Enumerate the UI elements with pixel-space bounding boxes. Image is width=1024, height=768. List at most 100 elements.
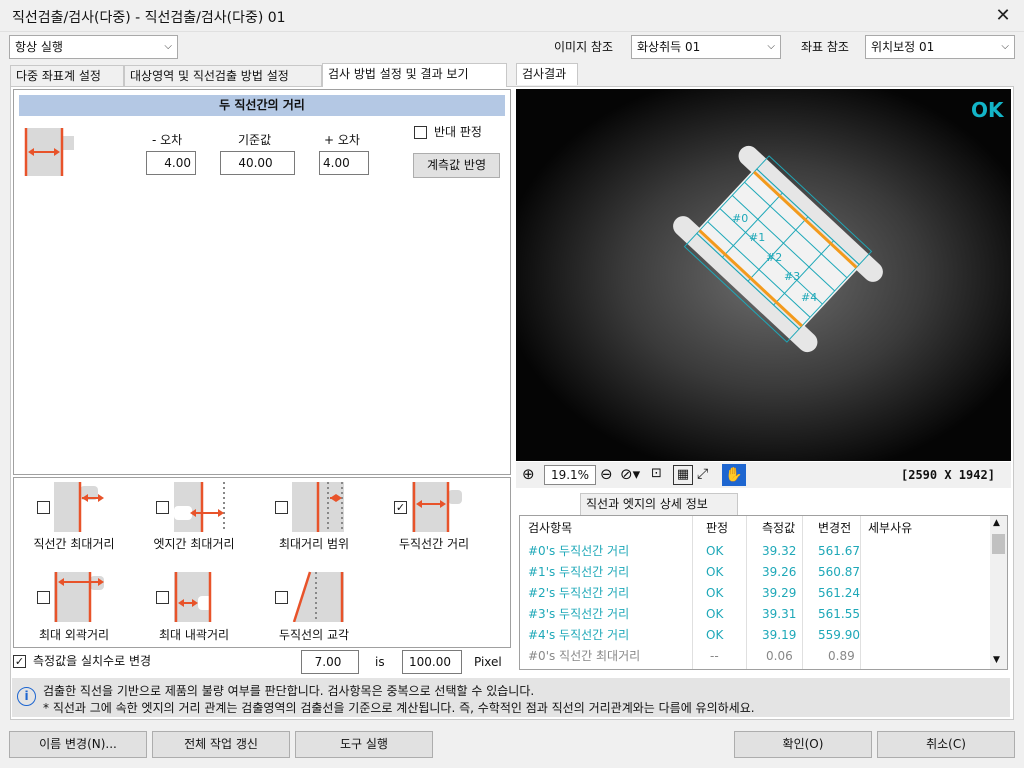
distance-method-icon bbox=[24, 126, 76, 178]
grid-header: 검사항목 판정 측정값 변경전 세부사유 bbox=[520, 518, 990, 539]
tab-line-edge-detail[interactable]: 직선과 엣지의 상세 정보 bbox=[580, 493, 738, 515]
image-toolbar: ⊕ 19.1% ⊖ ⊘▾ ⊡ ▦ ⤢ ✋ [2590 X 1942] bbox=[516, 462, 1011, 488]
type-max-inner-dist[interactable]: 최대 내곽거리 bbox=[134, 564, 254, 649]
rename-button[interactable]: 이름 변경(N)... bbox=[9, 731, 147, 758]
image-size: [2590 X 1942] bbox=[901, 468, 995, 482]
max-line-dist-icon bbox=[54, 482, 104, 532]
type-max-line-dist[interactable]: 직선간 최대거리 bbox=[14, 478, 134, 563]
method-header: 두 직선간의 거리 bbox=[19, 95, 505, 116]
max-outer-dist-icon bbox=[54, 572, 104, 622]
tab-region-detect[interactable]: 대상영역 및 직선검출 방법 설정 bbox=[124, 65, 322, 87]
image-label-3: #3 bbox=[784, 270, 800, 283]
convert-value1-input[interactable]: 7.00 bbox=[301, 650, 359, 674]
scroll-down-icon[interactable]: ▼ bbox=[993, 655, 1000, 665]
tab-inspect-result[interactable]: 검사 방법 설정 및 결과 보기 bbox=[322, 63, 507, 87]
col-measured: 측정값 bbox=[762, 521, 796, 535]
ok-status: OK bbox=[971, 98, 1005, 122]
image-label-0: #0 bbox=[732, 212, 748, 225]
result-grid[interactable]: 검사항목 판정 측정값 변경전 세부사유 #0's 두직선간 거리 OK 39.… bbox=[519, 515, 1008, 670]
type-checkbox[interactable] bbox=[156, 591, 169, 604]
coord-ref-select[interactable]: 위치보정 01 ⌵ bbox=[865, 35, 1015, 59]
ref-value-label: 기준값 bbox=[238, 133, 272, 147]
convert-value2-input[interactable]: 100.00 bbox=[402, 650, 462, 674]
image-ref-value: 화상취득 01 bbox=[637, 40, 701, 54]
table-row[interactable]: #2's 두직선간 거리 OK 39.29 561.24 bbox=[520, 583, 990, 604]
table-row[interactable]: #1's 두직선간 거리 OK 39.26 560.87 bbox=[520, 562, 990, 583]
scroll-thumb[interactable] bbox=[992, 534, 1005, 554]
type-max-outer-dist[interactable]: 최대 외곽거리 bbox=[14, 564, 134, 649]
col-before: 변경전 bbox=[818, 521, 852, 535]
fullscreen-icon[interactable]: ⤢ bbox=[697, 465, 708, 483]
run-mode-select[interactable]: 항상 실행 ⌵ bbox=[9, 35, 178, 59]
image-ref-label: 이미지 참조 bbox=[554, 40, 614, 54]
coord-ref-label: 좌표 참조 bbox=[801, 40, 849, 54]
type-checkbox[interactable] bbox=[37, 501, 50, 514]
image-view[interactable]: #0 #1 #2 #3 #4 OK bbox=[516, 89, 1011, 461]
chevron-down-icon: ⌵ bbox=[1001, 41, 1009, 52]
table-row[interactable]: #4's 두직선간 거리 OK 39.19 559.90 bbox=[520, 625, 990, 646]
col-detail: 세부사유 bbox=[868, 521, 913, 535]
type-label: 직선간 최대거리 bbox=[33, 537, 115, 551]
inspection-image: #0 #1 #2 #3 #4 OK bbox=[516, 89, 1011, 461]
type-label: 두직선간 거리 bbox=[398, 537, 470, 551]
table-row[interactable]: #0's 두직선간 거리 OK 39.32 561.67 bbox=[520, 541, 990, 562]
cancel-button[interactable]: 취소(C) bbox=[877, 731, 1015, 758]
reverse-label: 반대 판정 bbox=[434, 125, 482, 139]
type-checkbox[interactable] bbox=[275, 591, 288, 604]
max-dist-range-icon bbox=[292, 482, 344, 532]
image-label-2: #2 bbox=[766, 251, 782, 264]
image-label-1: #1 bbox=[749, 231, 765, 244]
convert-checkbox-checked[interactable]: ✓ bbox=[13, 655, 26, 668]
type-label: 두직선의 교각 bbox=[278, 628, 350, 642]
run-tool-button[interactable]: 도구 실행 bbox=[295, 731, 433, 758]
max-edge-dist-icon bbox=[174, 482, 225, 532]
zoom-preset-icon[interactable]: ⊘▾ bbox=[620, 465, 640, 483]
table-row[interactable]: #0's 직선간 최대거리 -- 0.06 0.89 bbox=[520, 646, 990, 667]
close-icon[interactable]: ✕ bbox=[990, 4, 1016, 28]
type-max-edge-dist[interactable]: 엣지간 최대거리 bbox=[134, 478, 254, 563]
info-box: i 검출한 직선을 기반으로 제품의 불량 여부를 판단합니다. 검사항목은 중… bbox=[12, 678, 1010, 717]
refresh-all-button[interactable]: 전체 작업 갱신 bbox=[152, 731, 290, 758]
type-two-line-dist[interactable]: ✓ 두직선간 거리 bbox=[374, 478, 494, 563]
zoom-out-icon[interactable]: ⊖ bbox=[600, 465, 613, 483]
plus-tol-input[interactable]: 4.00 bbox=[319, 151, 369, 175]
grid-scrollbar[interactable]: ▲ ▼ bbox=[990, 516, 1007, 669]
type-checkbox-checked[interactable]: ✓ bbox=[394, 501, 407, 514]
type-label: 최대 외곽거리 bbox=[38, 628, 110, 642]
type-label: 최대 내곽거리 bbox=[158, 628, 230, 642]
table-row[interactable]: #3's 두직선간 거리 OK 39.31 561.55 bbox=[520, 604, 990, 625]
pan-hand-icon[interactable]: ✋ bbox=[722, 464, 746, 486]
convert-label: 측정값을 실치수로 변경 bbox=[33, 654, 152, 668]
type-checkbox[interactable] bbox=[37, 591, 50, 604]
chevron-down-icon: ⌵ bbox=[767, 41, 775, 52]
type-max-dist-range[interactable]: 최대거리 범위 bbox=[254, 478, 374, 563]
info-line-2: * 직선과 그에 속한 엣지의 거리 관계는 검출영역의 검출선을 기준으로 계… bbox=[43, 701, 755, 715]
tab-result[interactable]: 검사결과 bbox=[516, 63, 578, 85]
scroll-up-icon[interactable]: ▲ bbox=[993, 518, 1000, 528]
method-panel: 두 직선간의 거리 - 오차 기준값 + 오차 4.00 40.00 4.00 … bbox=[13, 89, 511, 475]
type-checkbox[interactable] bbox=[156, 501, 169, 514]
ok-button[interactable]: 확인(O) bbox=[734, 731, 872, 758]
ref-value-input[interactable]: 40.00 bbox=[220, 151, 295, 175]
max-inner-dist-icon bbox=[174, 572, 212, 622]
type-checkbox[interactable] bbox=[275, 501, 288, 514]
type-label: 엣지간 최대거리 bbox=[153, 537, 235, 551]
image-label-4: #4 bbox=[801, 291, 817, 304]
chevron-down-icon: ⌵ bbox=[164, 41, 172, 52]
col-item: 검사항목 bbox=[528, 521, 573, 535]
grid-toggle-icon[interactable]: ▦ bbox=[673, 465, 693, 485]
tab-multi-coord[interactable]: 다중 좌표계 설정 bbox=[10, 65, 124, 87]
reverse-checkbox[interactable] bbox=[414, 126, 427, 139]
type-two-line-angle[interactable]: 두직선의 교각 bbox=[254, 564, 374, 649]
zoom-fit-icon[interactable]: ⊡ bbox=[651, 465, 662, 483]
info-icon: i bbox=[17, 687, 36, 706]
zoom-level[interactable]: 19.1% bbox=[544, 465, 596, 485]
inspection-types-panel: 직선간 최대거리 엣지간 최대거리 최대거리 범위 ✓ 두직선간 거리 최대 외… bbox=[13, 477, 511, 648]
apply-measured-button[interactable]: 계측값 반영 bbox=[413, 153, 500, 178]
convert-is-label: is bbox=[375, 655, 385, 669]
title-bar: 직선검출/검사(다중) - 직선검출/검사(다중) 01 ✕ bbox=[0, 0, 1024, 32]
type-label: 최대거리 범위 bbox=[278, 537, 350, 551]
minus-tol-input[interactable]: 4.00 bbox=[146, 151, 196, 175]
zoom-in-icon[interactable]: ⊕ bbox=[522, 465, 540, 483]
image-ref-select[interactable]: 화상취득 01 ⌵ bbox=[631, 35, 781, 59]
